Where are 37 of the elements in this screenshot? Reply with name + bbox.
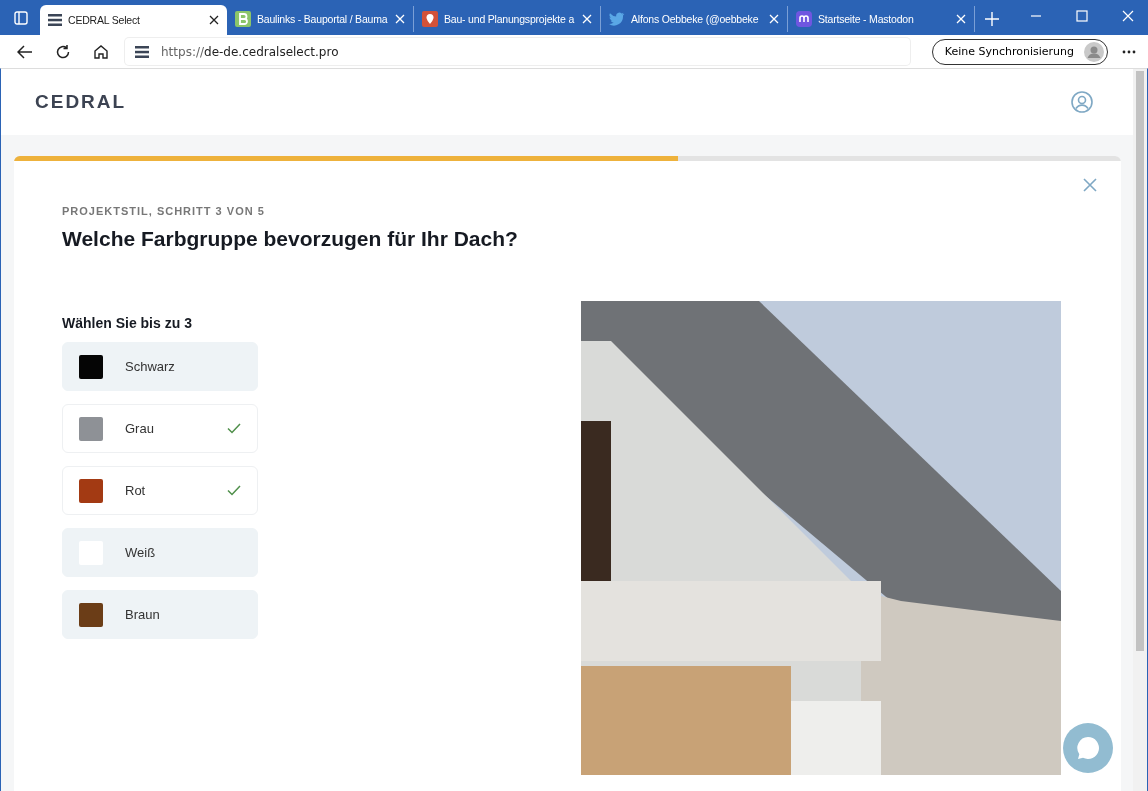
letter-m-icon	[796, 11, 812, 27]
close-icon[interactable]	[209, 15, 219, 25]
bird-icon	[609, 12, 625, 26]
address-bar[interactable]: https://de-de.cedralselect.pro	[125, 38, 910, 65]
color-option[interactable]: Braun	[62, 590, 258, 639]
sync-button[interactable]: Keine Synchronisierung	[931, 38, 1108, 65]
letter-b-icon	[235, 11, 251, 27]
color-option[interactable]: Weiß	[62, 528, 258, 577]
refresh-icon[interactable]	[55, 43, 71, 60]
back-icon[interactable]	[17, 44, 33, 59]
step-label: PROJEKTSTIL, SCHRITT 3 VON 5	[62, 205, 266, 217]
color-option[interactable]: Schwarz	[62, 342, 258, 391]
url-text: https://de-de.cedralselect.pro	[161, 44, 339, 59]
color-option[interactable]: Grau	[62, 404, 258, 453]
map-pin-icon	[422, 11, 438, 27]
home-icon[interactable]	[93, 43, 109, 60]
scrollbar[interactable]	[1133, 69, 1147, 791]
tab-actions-icon[interactable]	[14, 11, 28, 25]
menu-icon	[48, 13, 62, 27]
browser-tab[interactable]: Startseite - Mastodon	[788, 6, 975, 32]
checkmark-icon	[227, 485, 241, 496]
chat-bubble-icon	[1075, 735, 1101, 761]
more-icon[interactable]	[1122, 49, 1136, 54]
browser-tab[interactable]: CEDRAL Select	[40, 5, 227, 35]
avatar-icon	[1084, 41, 1104, 62]
new-tab-icon[interactable]	[985, 12, 999, 26]
maximize-icon[interactable]	[1076, 10, 1088, 22]
question-title: Welche Farbgruppe bevorzugen für Ihr Dach?	[62, 227, 519, 251]
browser-tab[interactable]: Alfons Oebbeke (@oebbeke	[601, 6, 788, 32]
browser-tab[interactable]: Baulinks - Bauportal / Bauma	[227, 6, 414, 32]
checkmark-icon	[227, 423, 241, 434]
browser-tab[interactable]: Bau- und Planungsprojekte a	[414, 6, 601, 32]
color-option[interactable]: Rot	[62, 466, 258, 515]
close-window-icon[interactable]	[1122, 10, 1134, 22]
menu-icon	[135, 44, 149, 59]
logo[interactable]: CEDRAL	[35, 91, 127, 113]
selection-hint: Wählen Sie bis zu 3	[62, 315, 193, 331]
